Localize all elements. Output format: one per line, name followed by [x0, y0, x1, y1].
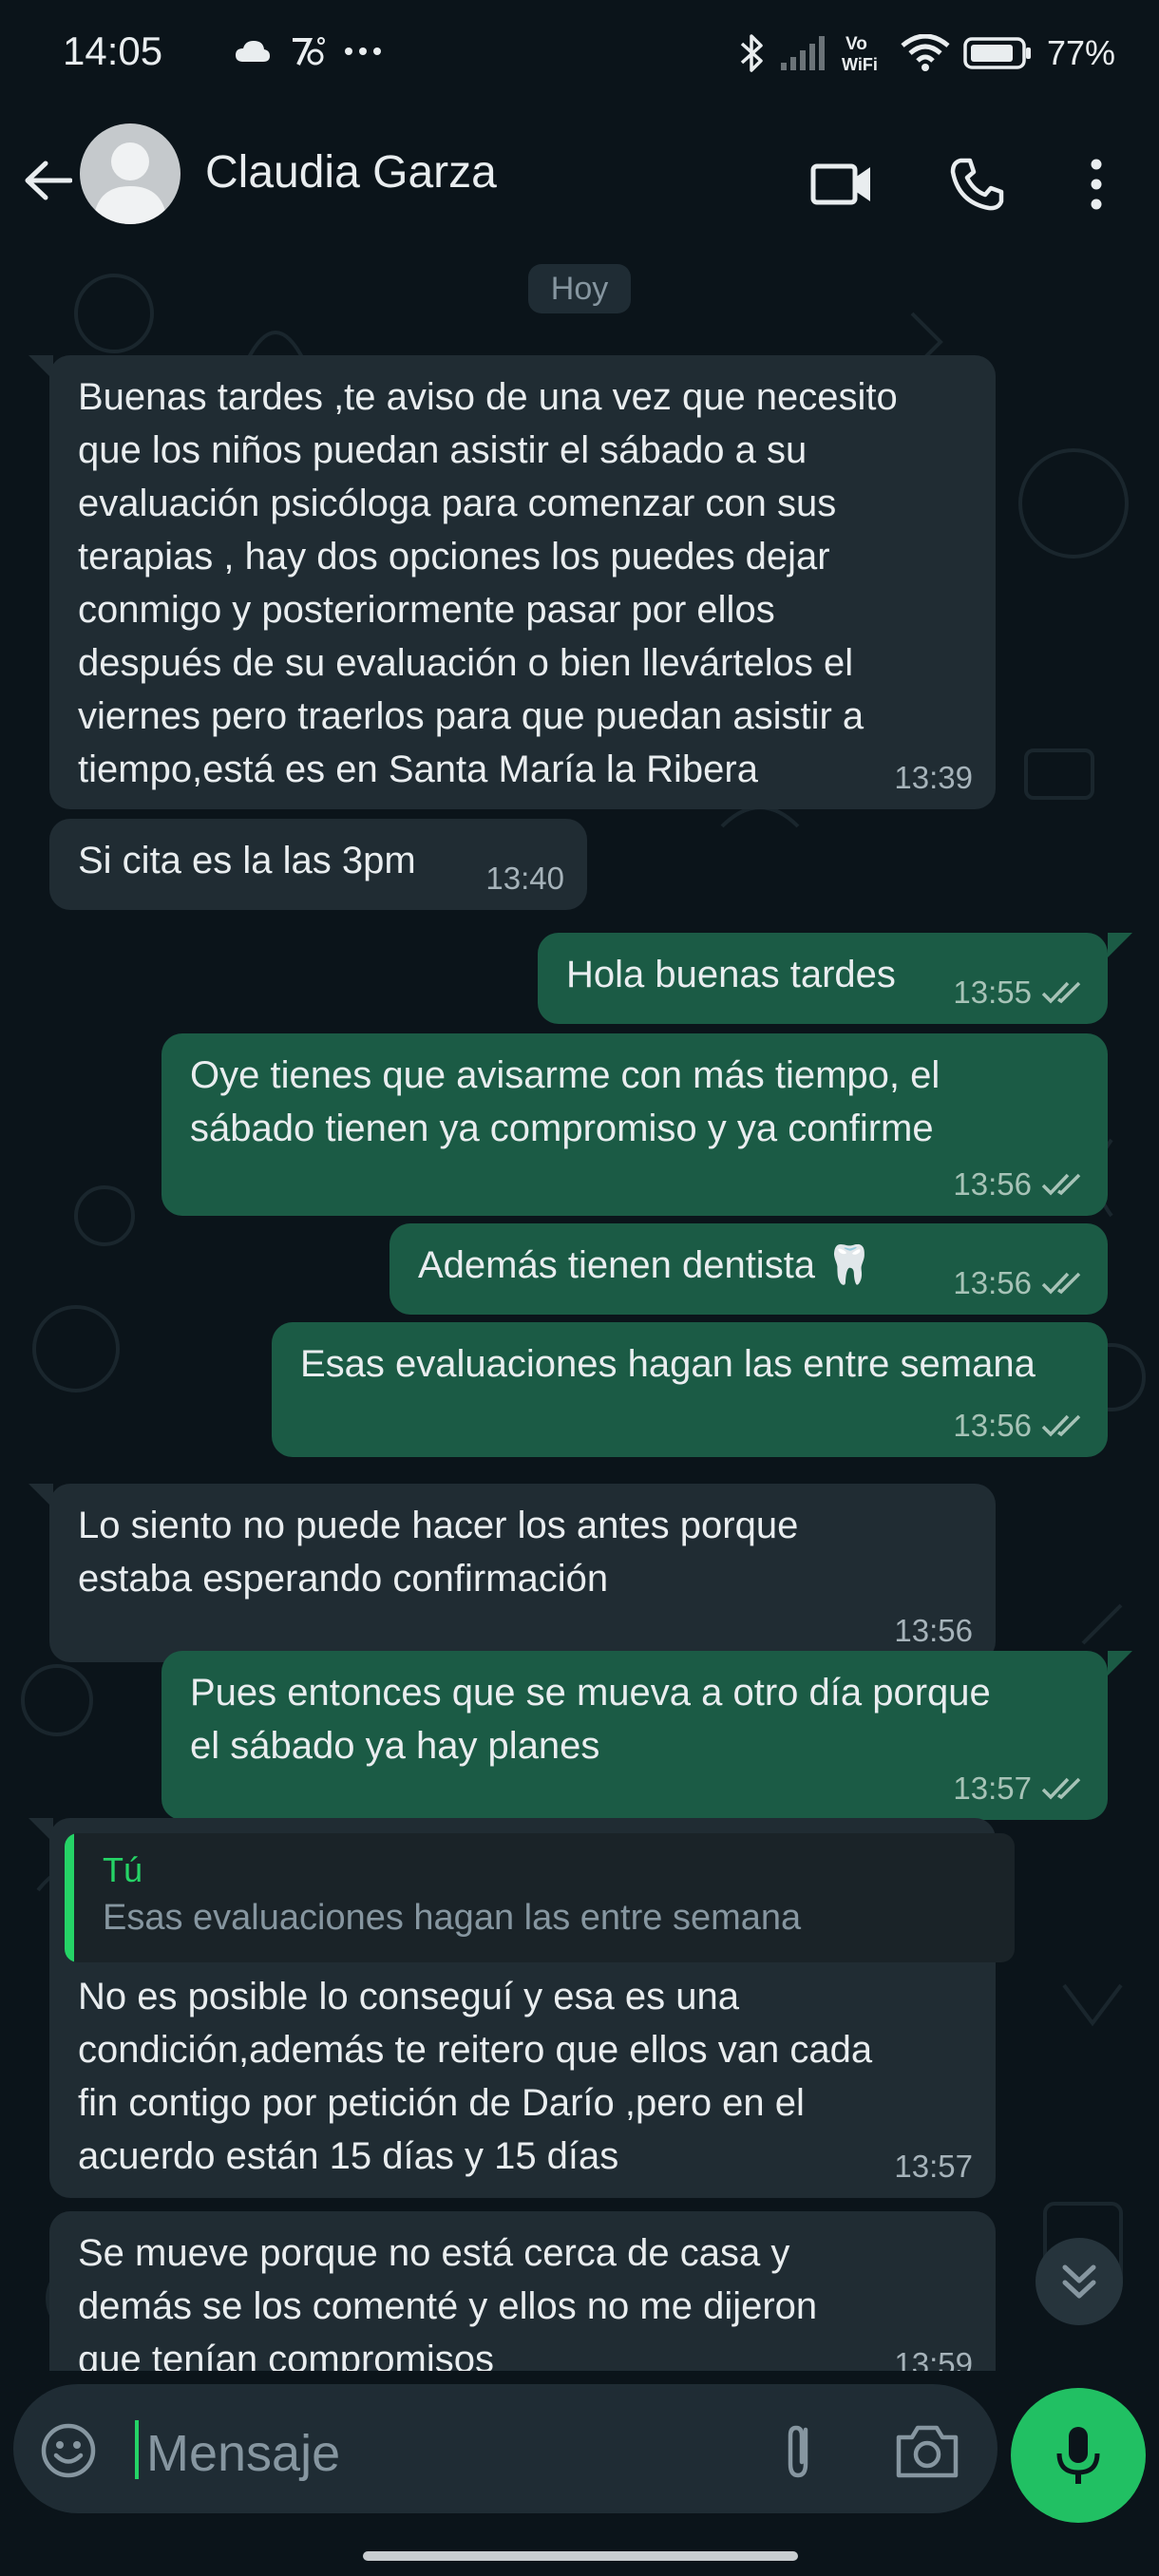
- text-caret: [135, 2420, 139, 2479]
- message-input[interactable]: Mensaje: [146, 2424, 340, 2483]
- attach-icon[interactable]: [770, 2420, 830, 2481]
- quote-author: Tú: [103, 1850, 143, 1889]
- bubble-tail: [1108, 933, 1132, 957]
- message-meta: 13:57: [953, 1771, 1085, 1807]
- video-call-button[interactable]: [804, 146, 880, 222]
- voice-call-button[interactable]: [939, 146, 1015, 222]
- double-check-icon: [1041, 1272, 1081, 1295]
- message-incoming-reply[interactable]: Tú Esas evaluaciones hagan las entre sem…: [49, 1818, 1015, 2198]
- message-meta: 13:57: [894, 2149, 973, 2185]
- message-time: 13:59: [894, 2346, 973, 2371]
- message-meta: 13:55: [953, 975, 1085, 1011]
- emoji-icon[interactable]: [40, 2422, 97, 2479]
- message-outgoing[interactable]: Esas evaluaciones hagan las entre semana…: [272, 1322, 1108, 1457]
- message-time: 13:56: [953, 1166, 1032, 1202]
- svg-text:WiFi: WiFi: [842, 55, 878, 74]
- quote-bar: [65, 1833, 74, 1962]
- message-meta: 13:56: [953, 1408, 1085, 1444]
- double-check-icon: [1041, 1777, 1081, 1800]
- double-check-icon: [1041, 981, 1081, 1004]
- message-outgoing[interactable]: Además tienen dentista 🦷 13:56: [390, 1223, 1108, 1315]
- message-meta: 13:56: [894, 1613, 973, 1649]
- message-text: Pues entonces que se mueva a otro día po…: [190, 1672, 991, 1767]
- cloud-icon: [236, 41, 270, 62]
- signal-icon: [780, 36, 825, 70]
- back-button[interactable]: [17, 150, 78, 211]
- date-separator: Hoy: [528, 264, 631, 313]
- message-incoming[interactable]: Buenas tardes ,te aviso de una vez que n…: [49, 355, 996, 809]
- message-incoming[interactable]: Se mueve porque no está cerca de casa y …: [49, 2211, 996, 2371]
- weather-icon: [293, 37, 325, 66]
- message-time: 13:39: [894, 760, 973, 795]
- message-text: Lo siento no puede hacer los antes porqu…: [78, 1505, 799, 1600]
- more-options-button[interactable]: [1058, 146, 1134, 222]
- message-outgoing[interactable]: Hola buenas tardes 13:55: [538, 933, 1108, 1024]
- mic-button[interactable]: [1011, 2388, 1146, 2523]
- phone-icon: [950, 158, 1004, 211]
- message-incoming[interactable]: Lo siento no puede hacer los antes porqu…: [49, 1484, 996, 1662]
- scroll-to-bottom-button[interactable]: [1036, 2238, 1123, 2325]
- more-vert-icon: [1091, 159, 1102, 210]
- home-indicator[interactable]: [363, 2551, 798, 2561]
- message-text: Esas evaluaciones hagan las entre semana: [300, 1343, 1036, 1385]
- message-input-container[interactable]: Mensaje: [13, 2384, 998, 2513]
- message-meta: 13:40: [485, 861, 564, 897]
- quoted-message[interactable]: Tú Esas evaluaciones hagan las entre sem…: [65, 1833, 1015, 1962]
- message-time: 13:57: [894, 2149, 973, 2184]
- double-check-icon: [1041, 1414, 1081, 1437]
- message-time: 13:56: [953, 1408, 1032, 1443]
- status-bar: 14:05 Vo WiFi 77%: [0, 0, 1159, 112]
- avatar-person-icon: [93, 142, 167, 224]
- quote-text: Esas evaluaciones hagan las entre semana: [103, 1898, 802, 1938]
- message-meta: 13:56: [953, 1166, 1085, 1203]
- message-text: Hola buenas tardes: [566, 954, 896, 995]
- message-time: 13:55: [953, 975, 1032, 1010]
- message-time: 13:57: [953, 1771, 1032, 1806]
- message-text: No es posible lo conseguí y esa es una c…: [78, 1976, 873, 2177]
- message-text: Se mueve porque no está cerca de casa y …: [78, 2232, 818, 2371]
- battery-icon: [963, 37, 1031, 69]
- composer: Mensaje: [0, 2371, 1159, 2576]
- message-meta: 13:56: [953, 1265, 1085, 1301]
- message-text: Oye tienes que avisarme con más tiempo, …: [190, 1054, 940, 1149]
- video-call-icon: [810, 163, 870, 205]
- double-check-icon: [1041, 1173, 1081, 1196]
- avatar[interactable]: [80, 123, 180, 224]
- back-arrow-icon: [25, 161, 72, 200]
- status-right-icons: Vo WiFi 77%: [737, 27, 1115, 80]
- bubble-tail: [1108, 1651, 1132, 1676]
- svg-text:Vo: Vo: [846, 34, 867, 54]
- bluetooth-icon: [740, 34, 763, 72]
- vowifi-icon: VoWiFi: [842, 34, 878, 74]
- wifi-icon: [901, 34, 950, 71]
- message-incoming[interactable]: Si cita es la las 3pm 13:40: [49, 819, 587, 910]
- message-outgoing[interactable]: Oye tienes que avisarme con más tiempo, …: [162, 1033, 1108, 1216]
- message-text: Buenas tardes ,te aviso de una vez que n…: [78, 376, 898, 790]
- message-time: 13:40: [485, 861, 564, 896]
- status-time: 14:05: [63, 28, 163, 73]
- message-time: 13:56: [894, 1613, 973, 1648]
- contact-name[interactable]: Claudia Garza: [205, 146, 497, 199]
- battery-percent: 77%: [1046, 33, 1115, 72]
- message-meta: 13:59: [894, 2346, 973, 2371]
- mic-icon: [1056, 2427, 1100, 2484]
- message-meta: 13:39: [894, 760, 973, 796]
- more-dots-icon: [345, 47, 381, 55]
- message-text: Si cita es la las 3pm: [78, 840, 416, 881]
- status-left-icons: [234, 32, 382, 70]
- chat-area[interactable]: Hoy Buenas tardes ,te aviso de una vez q…: [0, 256, 1159, 2371]
- message-outgoing[interactable]: Pues entonces que se mueva a otro día po…: [162, 1651, 1108, 1820]
- camera-icon[interactable]: [893, 2420, 961, 2481]
- message-text: Además tienen dentista 🦷: [418, 1244, 873, 1286]
- double-chevron-down-icon: [1062, 2264, 1096, 2299]
- message-time: 13:56: [953, 1265, 1032, 1300]
